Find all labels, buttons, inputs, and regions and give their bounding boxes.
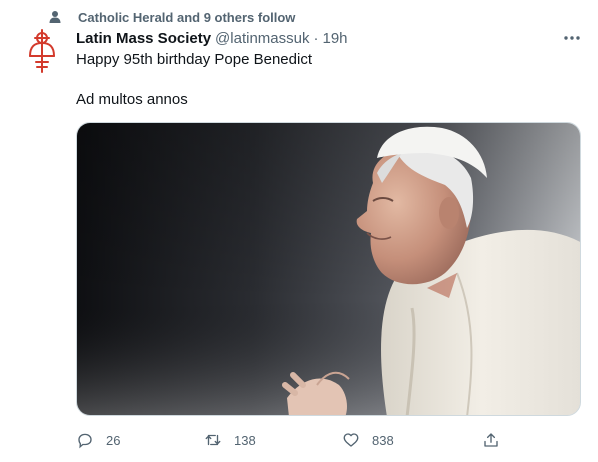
- tweet-actions: 26 138 838: [76, 428, 506, 452]
- author-name[interactable]: Latin Mass Society: [76, 30, 211, 47]
- like-count: 838: [372, 432, 394, 448]
- heart-icon: [343, 433, 359, 447]
- separator-dot: ·: [313, 29, 319, 47]
- social-context-text: Catholic Herald and 9 others follow: [78, 9, 296, 25]
- tweet-text-line: Ad multos annos: [76, 91, 188, 108]
- retweet-button[interactable]: 138: [204, 428, 256, 452]
- latin-mass-society-logo-icon: [29, 29, 55, 73]
- more-icon: [564, 36, 580, 40]
- share-icon: [484, 433, 498, 447]
- author-handle[interactable]: @latinmassuk: [215, 30, 309, 47]
- like-button[interactable]: 838: [342, 428, 394, 452]
- more-options-button[interactable]: [560, 28, 584, 48]
- tweet-header: Latin Mass Society @latinmassuk · 19h: [76, 28, 348, 48]
- person-icon: [48, 10, 62, 24]
- reply-button[interactable]: 26: [76, 428, 120, 452]
- pope-portrait-image: [77, 123, 580, 415]
- timestamp[interactable]: 19h: [322, 30, 347, 47]
- tweet-photo[interactable]: [76, 122, 581, 416]
- reply-icon: [78, 433, 92, 449]
- avatar[interactable]: [18, 26, 66, 74]
- tweet-text-line: Happy 95th birthday Pope Benedict: [76, 51, 312, 68]
- share-button[interactable]: [482, 428, 500, 452]
- social-context[interactable]: Catholic Herald and 9 others follow: [48, 8, 295, 26]
- retweet-icon: [205, 434, 221, 446]
- reply-count: 26: [106, 432, 121, 448]
- retweet-count: 138: [234, 432, 256, 448]
